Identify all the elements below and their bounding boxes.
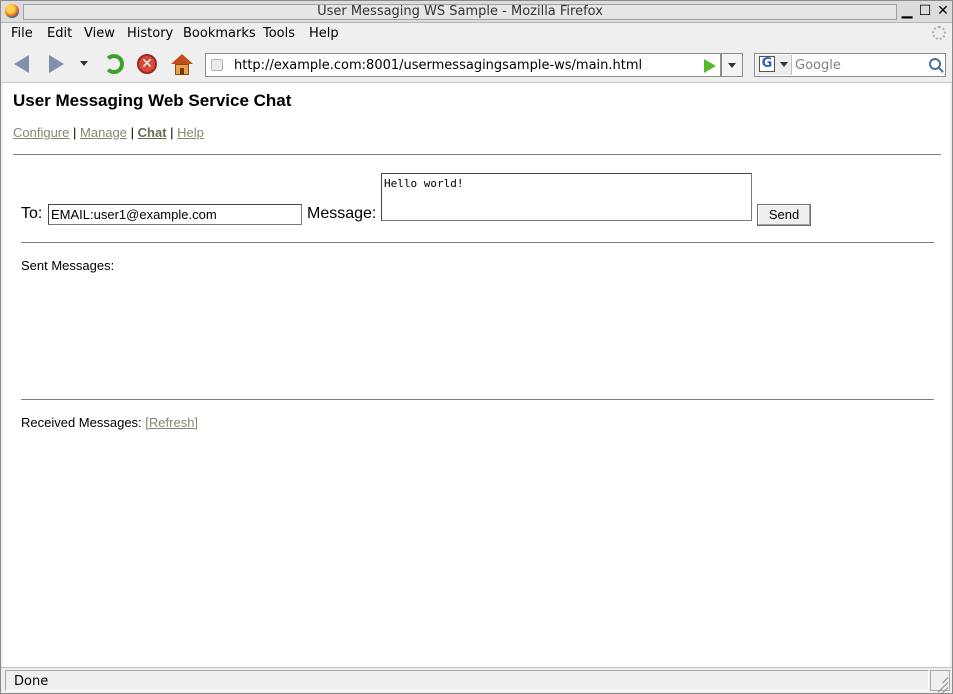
page-nav: Configure | Manage | Chat | Help	[13, 125, 204, 140]
search-engine-selector[interactable]: G	[756, 55, 792, 75]
browser-window: User Messaging WS Sample - Mozilla Firef…	[0, 0, 953, 694]
history-dropdown-icon[interactable]	[80, 61, 88, 66]
to-label: To:	[21, 205, 43, 222]
nav-link-help[interactable]: Help	[177, 125, 204, 140]
menu-help[interactable]: Help	[309, 26, 339, 41]
forward-button[interactable]	[45, 53, 67, 75]
divider	[21, 399, 934, 400]
menu-file[interactable]: File	[11, 26, 33, 41]
back-arrow-icon	[14, 55, 29, 73]
close-button[interactable]: ✕	[934, 2, 952, 20]
menu-tools[interactable]: Tools	[263, 26, 295, 41]
home-button[interactable]	[170, 53, 193, 76]
search-bar[interactable]: G Google	[754, 53, 946, 77]
divider	[21, 242, 934, 243]
page-favicon-icon	[211, 59, 223, 71]
page-title: User Messaging Web Service Chat	[13, 91, 292, 110]
stop-button[interactable]: ✕	[136, 53, 158, 75]
nav-separator: |	[73, 125, 77, 140]
chevron-down-icon	[728, 63, 736, 68]
send-button[interactable]: Send	[757, 204, 811, 226]
chevron-down-icon	[780, 62, 788, 67]
menu-history[interactable]: History	[127, 26, 173, 41]
recipient-input[interactable]: EMAIL:user1@example.com	[48, 204, 302, 225]
go-arrow-icon[interactable]	[704, 59, 716, 73]
menu-edit[interactable]: Edit	[47, 26, 72, 41]
received-messages-label: Received Messages:	[21, 415, 142, 430]
nav-link-configure[interactable]: Configure	[13, 125, 69, 140]
nav-link-chat[interactable]: Chat	[138, 125, 167, 140]
received-messages-section: Received Messages: [Refresh]	[21, 415, 198, 430]
nav-separator: |	[130, 125, 135, 140]
url-text[interactable]: http://example.com:8001/usermessagingsam…	[234, 58, 642, 73]
window-title: User Messaging WS Sample - Mozilla Firef…	[23, 4, 897, 20]
forward-arrow-icon	[49, 55, 64, 73]
home-icon	[171, 54, 193, 76]
throbber-icon	[932, 26, 946, 40]
reload-button[interactable]	[102, 53, 124, 75]
google-icon: G	[759, 56, 775, 72]
stop-icon: ✕	[137, 54, 157, 74]
url-history-dropdown[interactable]	[721, 53, 743, 77]
sent-messages-label: Sent Messages:	[21, 258, 115, 273]
nav-link-manage[interactable]: Manage	[80, 125, 127, 140]
firefox-logo-icon	[5, 4, 19, 18]
minimize-button[interactable]: ▁	[898, 2, 916, 20]
back-button[interactable]	[11, 53, 33, 75]
menu-bookmarks[interactable]: Bookmarks	[183, 26, 256, 41]
resize-grip-icon[interactable]	[930, 670, 950, 694]
title-bar: User Messaging WS Sample - Mozilla Firef…	[1, 1, 952, 23]
search-input[interactable]: Google	[795, 58, 841, 73]
message-label: Message:	[307, 205, 377, 222]
refresh-link[interactable]: [Refresh]	[145, 415, 198, 430]
navigation-toolbar: ✕ http://example.com:8001/usermessagings…	[1, 45, 952, 83]
menu-bar: File Edit View History Bookmarks Tools H…	[1, 23, 952, 45]
status-panel: Done	[5, 670, 929, 691]
message-textarea[interactable]: Hello world!	[381, 173, 752, 221]
reload-icon	[104, 54, 124, 74]
divider	[13, 154, 941, 155]
maximize-button[interactable]: ☐	[916, 2, 934, 20]
nav-separator: |	[170, 125, 174, 140]
address-bar[interactable]: http://example.com:8001/usermessagingsam…	[205, 53, 721, 77]
page-content: User Messaging Web Service Chat Configur…	[3, 83, 950, 667]
status-text: Done	[14, 674, 49, 689]
menu-view[interactable]: View	[84, 26, 115, 41]
status-bar: Done	[1, 667, 952, 694]
